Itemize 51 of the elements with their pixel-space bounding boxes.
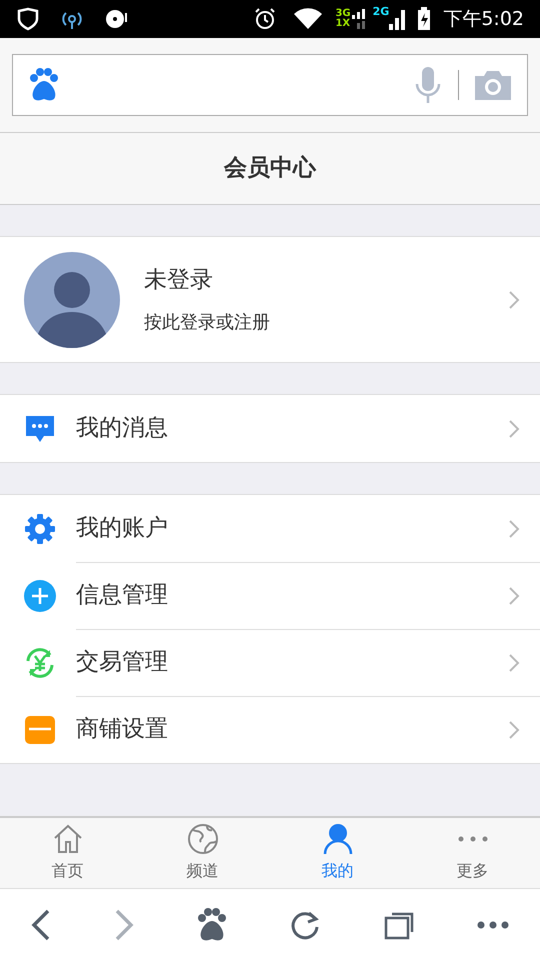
profile-name: 未登录 [144,266,214,295]
chevron-right-icon [508,720,520,740]
disc-icon [104,7,128,31]
menu-item[interactable]: 我的账户 [0,495,540,562]
menu-label: 交易管理 [76,648,169,678]
tab[interactable]: 首页 [0,818,135,888]
more-icon [456,836,488,842]
tab[interactable]: 我的 [270,818,405,888]
globe-icon [186,823,218,855]
home-icon [52,823,84,855]
menu-label: 我的消息 [76,414,169,444]
chevron-right-icon [508,652,520,672]
more-icon[interactable] [476,920,509,928]
search-field[interactable] [12,54,528,116]
tab[interactable]: 频道 [135,818,270,888]
menu-item[interactable]: 我的消息 [0,395,540,462]
profile-hint: 按此登录或注册 [144,311,271,336]
menu-label: 信息管理 [76,581,169,610]
signal-icon [389,8,406,30]
profile-row[interactable]: 未登录 按此登录或注册 [0,236,540,363]
shop-icon [24,714,56,744]
page-title: 会员中心 [224,154,316,184]
plus-icon [24,580,56,612]
gear-icon [24,512,56,544]
clock-time: 下午5:02 [443,6,524,32]
paw-logo-icon [29,68,59,102]
chevron-right-icon [508,586,520,606]
menu-item[interactable]: 交易管理 [0,629,540,696]
chevron-right-icon [508,518,520,538]
chevron-right-icon [508,418,520,438]
wifi-icon [293,8,324,30]
chevron-right-icon [508,290,520,310]
shield-icon [16,7,40,31]
chat-bubble-icon [24,414,56,444]
menu-item[interactable]: 信息管理 [0,562,540,629]
yen-exchange-icon [24,646,56,678]
network-label: 1X [335,19,351,29]
menu-label: 商铺设置 [76,715,169,744]
alarm-clock-icon [253,7,278,31]
back-icon[interactable] [31,908,52,940]
camera-icon [475,70,511,100]
paw-logo-icon[interactable] [196,908,227,942]
menu-label: 我的账户 [76,514,169,544]
tab[interactable]: 更多 [405,818,540,888]
person-icon [322,823,354,855]
menu-item[interactable]: 商铺设置 [0,696,540,763]
network-label: 2G [372,4,390,20]
microphone-icon [414,67,442,103]
battery-icon [417,7,432,31]
signal-icon [350,9,365,29]
network-label: 3G [335,9,351,19]
